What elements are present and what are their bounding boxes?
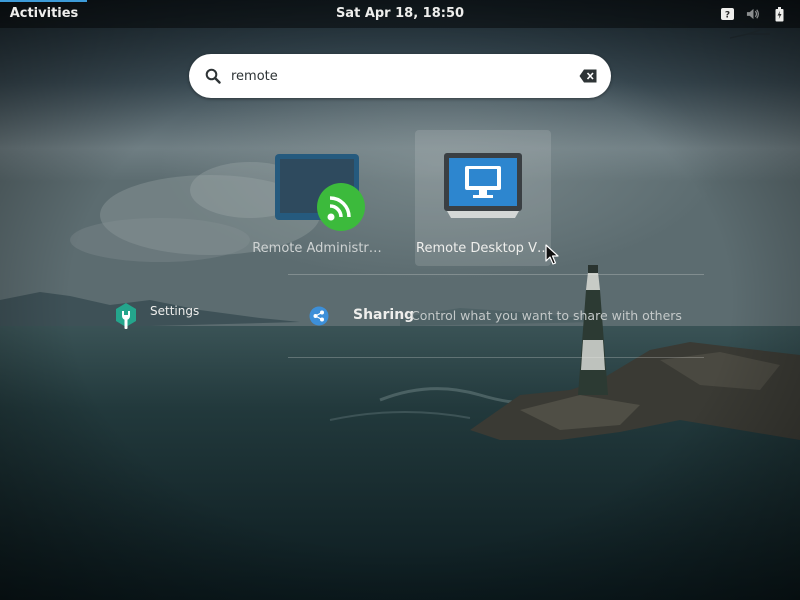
search-entry[interactable] [189,54,611,98]
settings-search-provider[interactable]: Settings [110,298,230,334]
help-icon[interactable]: ? [720,7,734,21]
top-bar: Activities Sat Apr 18, 18:50 ? [0,0,800,28]
settings-icon [116,303,136,329]
system-tray[interactable]: ? [720,0,786,28]
search-input[interactable] [231,64,561,88]
results-separator [288,274,704,275]
provider-label: Settings [150,304,200,318]
volume-muted-icon[interactable] [746,7,760,21]
app-label: Remote Desktop V… [416,241,550,256]
activities-button[interactable]: Activities [0,0,88,28]
search-icon [205,68,221,84]
result-description: Control what you want to share with othe… [411,308,682,323]
remote-administration-icon [275,154,365,231]
sharing-icon [309,306,329,326]
app-result-remote-desktop-viewer[interactable]: Remote Desktop V… [415,130,551,266]
remote-desktop-viewer-icon [444,153,522,218]
settings-result-sharing[interactable]: Sharing Control what you want to share w… [305,302,705,330]
battery-charging-icon[interactable] [772,6,786,21]
app-label: Remote Administr… [252,241,382,256]
clear-backspace-icon[interactable] [579,69,597,83]
svg-text:?: ? [724,11,729,21]
results-separator [288,357,704,358]
clock-menu[interactable]: Sat Apr 18, 18:50 [300,0,500,28]
overview-screen: Activities Sat Apr 18, 18:50 ? remote Re… [0,0,800,600]
app-result-remote-administration[interactable]: Remote Administr… [249,130,385,266]
result-title: Sharing [353,307,415,323]
